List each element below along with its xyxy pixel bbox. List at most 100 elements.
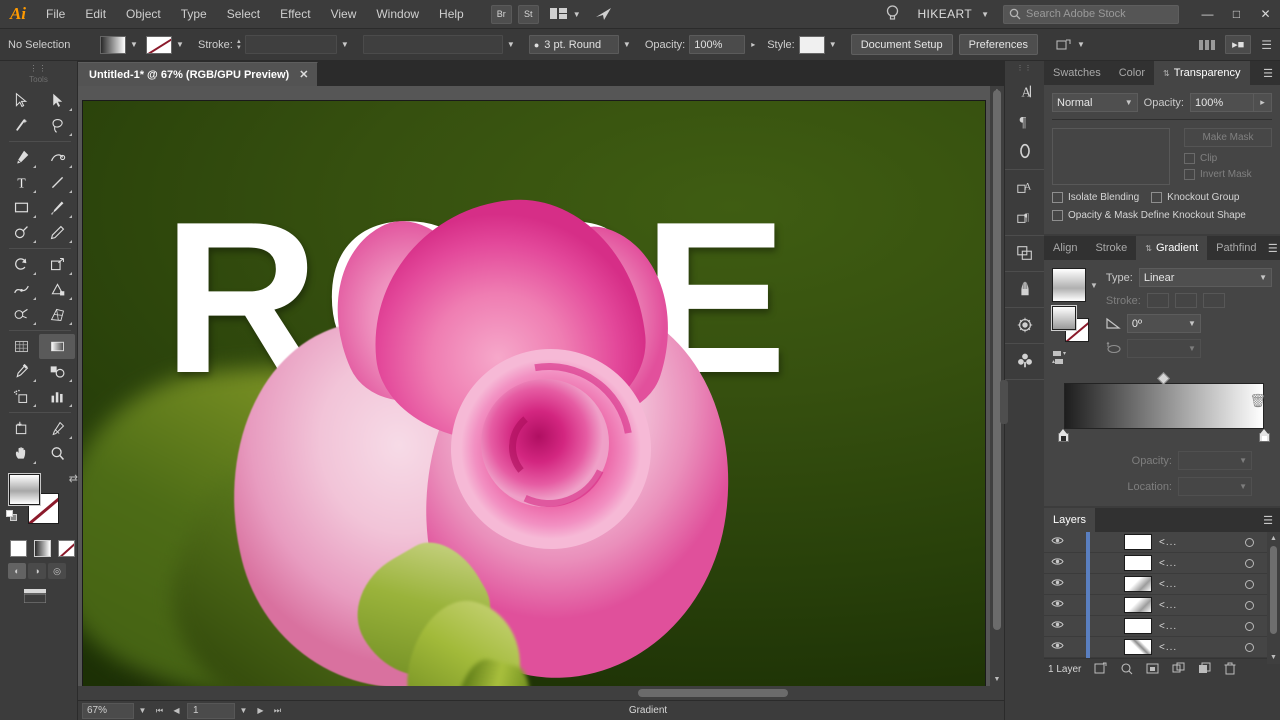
pen-tool[interactable] <box>3 145 39 170</box>
menu-type[interactable]: Type <box>171 0 217 29</box>
layers-panel-icon[interactable] <box>1005 238 1045 268</box>
last-artboard-button[interactable]: ⏭ <box>269 706 286 716</box>
transparency-opacity-expand-icon[interactable]: ▸ <box>1254 93 1272 112</box>
layers-panel-menu-icon[interactable]: ☰ <box>1256 508 1280 532</box>
layer-visibility-icon[interactable] <box>1044 620 1070 632</box>
layer-visibility-icon[interactable] <box>1044 641 1070 653</box>
change-screen-mode-button[interactable] <box>23 589 47 604</box>
gradient-reverse-icon[interactable] <box>1052 350 1098 369</box>
gradient-panel-menu-icon[interactable]: ☰ <box>1266 236 1280 260</box>
tools-panel-grip[interactable]: ⋮⋮ <box>0 61 77 75</box>
default-fill-stroke-icon[interactable] <box>6 510 18 522</box>
panel-resize-handle[interactable] <box>1000 380 1008 424</box>
layer-visibility-icon[interactable] <box>1044 536 1070 548</box>
search-adobe-stock-input[interactable]: Search Adobe Stock <box>1003 4 1179 24</box>
gradient-tool[interactable] <box>39 334 75 359</box>
layer-name[interactable]: <... <box>1152 579 1177 590</box>
pencil-tool[interactable] <box>39 220 75 245</box>
blend-tool[interactable] <box>39 359 75 384</box>
menu-edit[interactable]: Edit <box>75 0 116 29</box>
fill-color-swatch[interactable] <box>8 473 41 506</box>
width-tool[interactable] <box>3 277 39 302</box>
gradient-location-field[interactable]: ▼ <box>1178 477 1252 496</box>
close-button[interactable]: ✕ <box>1251 0 1280 29</box>
style-chevron-icon[interactable]: ▼ <box>825 36 841 54</box>
account-name[interactable]: HIKEART <box>907 7 976 21</box>
fill-chevron-icon[interactable]: ▼ <box>126 36 142 54</box>
locate-object-icon[interactable] <box>1113 662 1139 678</box>
delete-stop-icon[interactable]: 🗑 <box>1249 393 1266 409</box>
gradient-type-select[interactable]: Linear ▼ <box>1138 268 1272 287</box>
menu-file[interactable]: File <box>36 0 75 29</box>
line-segment-tool[interactable] <box>39 170 75 195</box>
eyedropper-tool[interactable] <box>3 359 39 384</box>
layer-target-icon[interactable] <box>1232 642 1266 652</box>
document-tab[interactable]: Untitled-1* @ 67% (RGB/GPU Preview) ✕ <box>78 62 319 86</box>
perspective-grid-tool[interactable] <box>39 302 75 327</box>
layer-thumbnail[interactable] <box>1124 597 1152 613</box>
fill-swatch-button[interactable] <box>100 35 126 54</box>
paintbrush-tool[interactable] <box>39 195 75 220</box>
symbol-sprayer-tool[interactable] <box>3 384 39 409</box>
layers-vertical-scrollbar[interactable]: ▲ ▼ <box>1267 532 1280 664</box>
next-artboard-button[interactable]: ▶ <box>252 706 269 715</box>
layer-target-icon[interactable] <box>1232 621 1266 631</box>
menu-effect[interactable]: Effect <box>270 0 320 29</box>
gradient-stop-end[interactable] <box>1259 429 1270 442</box>
tab-transparency[interactable]: ⇅ Transparency <box>1154 61 1250 85</box>
draw-normal-button[interactable]: ◐ <box>8 563 26 579</box>
paragraph-styles-icon[interactable]: ¶ <box>1005 202 1045 232</box>
hand-tool[interactable] <box>3 441 39 466</box>
bridge-button[interactable]: Br <box>490 4 512 24</box>
tab-gradient[interactable]: ⇅ Gradient <box>1136 236 1208 260</box>
scroll-down-arrow-icon[interactable]: ▼ <box>990 674 1004 686</box>
layer-name[interactable]: <... <box>1152 621 1177 632</box>
stock-button[interactable]: St <box>517 4 539 24</box>
zoom-level-field[interactable]: 67% <box>82 702 134 719</box>
knockout-group-checkbox[interactable]: Knockout Group <box>1151 192 1239 203</box>
account-chevron-icon[interactable]: ▼ <box>981 10 989 19</box>
panel-dock-toggle[interactable]: ▸■ <box>1225 35 1252 54</box>
draw-behind-button[interactable]: ◑ <box>28 563 46 579</box>
draw-inside-button[interactable]: ◎ <box>48 563 66 579</box>
magic-wand-tool[interactable] <box>3 113 39 138</box>
opacity-expand-icon[interactable]: ▸ <box>745 36 761 54</box>
tab-stroke[interactable]: Stroke <box>1086 236 1137 260</box>
paragraph-panel-icon[interactable]: ¶ <box>1005 106 1045 136</box>
layer-target-icon[interactable] <box>1232 579 1266 589</box>
collect-in-new-layer-icon[interactable] <box>1165 662 1191 678</box>
brushes-panel-icon[interactable] <box>1005 274 1045 304</box>
dock-grip[interactable]: ⋮⋮ <box>1005 61 1044 74</box>
gradient-slider[interactable] <box>1064 383 1264 429</box>
menu-object[interactable]: Object <box>116 0 171 29</box>
graphic-style-swatch[interactable] <box>798 35 825 54</box>
layer-thumbnail[interactable] <box>1124 639 1152 655</box>
stroke-gradient-across-icon[interactable] <box>1202 293 1225 308</box>
minimize-button[interactable]: — <box>1193 0 1222 29</box>
gradient-stop-start[interactable] <box>1058 429 1069 442</box>
gradient-fill-mode-button[interactable] <box>34 540 51 557</box>
table-row[interactable]: <... <box>1044 636 1280 658</box>
slice-tool[interactable] <box>39 416 75 441</box>
opacity-mask-define-checkbox[interactable]: Opacity & Mask Define Knockout Shape <box>1052 210 1272 221</box>
tab-layers[interactable]: Layers <box>1044 508 1096 532</box>
new-sublayer-icon[interactable] <box>1139 662 1165 678</box>
align-dots-icon[interactable] <box>1199 39 1216 50</box>
color-fill-mode-button[interactable] <box>10 540 27 557</box>
tab-color[interactable]: Color <box>1109 61 1154 85</box>
opacity-field[interactable]: 100% <box>689 35 746 54</box>
layer-target-icon[interactable] <box>1232 600 1266 610</box>
menu-help[interactable]: Help <box>429 0 474 29</box>
transparency-opacity-field[interactable]: 100% <box>1190 93 1254 112</box>
transform-options-icon[interactable]: ▼ <box>1056 38 1085 52</box>
layer-name[interactable]: <... <box>1152 642 1177 653</box>
zoom-chevron-icon[interactable]: ▼ <box>134 706 151 715</box>
invert-mask-checkbox[interactable]: Invert Mask <box>1184 169 1272 180</box>
previous-artboard-button[interactable]: ◀ <box>168 706 185 715</box>
zoom-tool[interactable] <box>39 441 75 466</box>
stroke-gradient-along-icon[interactable] <box>1174 293 1197 308</box>
tab-swatches[interactable]: Swatches <box>1044 61 1110 85</box>
canvas-horizontal-scroll-thumb[interactable] <box>638 689 788 697</box>
arrange-documents-icon[interactable]: ▼ <box>549 8 581 20</box>
tips-bulb-icon[interactable] <box>877 5 907 23</box>
